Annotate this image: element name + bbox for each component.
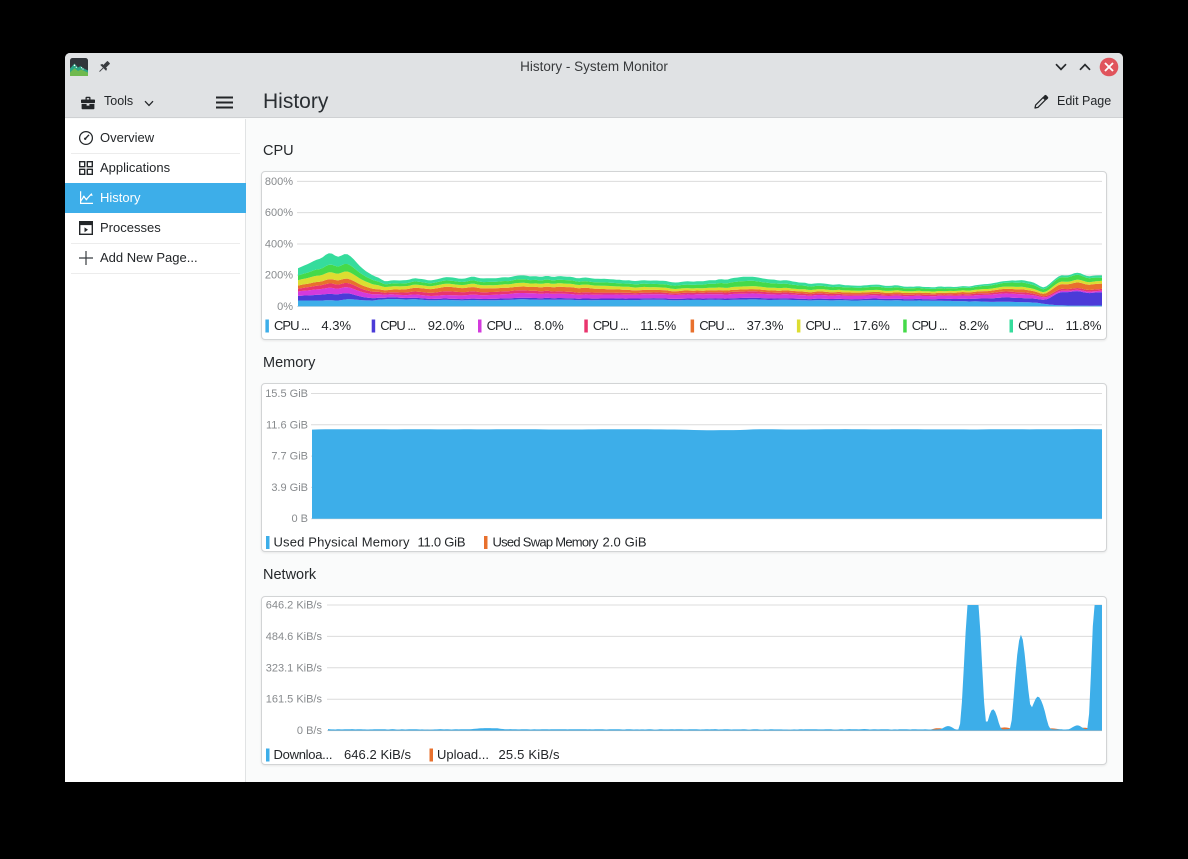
svg-text:CPU ...: CPU ... xyxy=(593,318,629,333)
svg-text:25.5 KiB/s: 25.5 KiB/s xyxy=(499,747,561,762)
svg-text:Used Physical Memory: Used Physical Memory xyxy=(274,535,411,550)
svg-text:Upload...: Upload... xyxy=(437,747,489,762)
svg-text:Downloa...: Downloa... xyxy=(274,747,333,762)
svg-text:CPU ...: CPU ... xyxy=(806,318,842,333)
svg-text:Used Swap Memory: Used Swap Memory xyxy=(493,535,600,550)
svg-text:484.6 KiB/s: 484.6 KiB/s xyxy=(266,631,323,643)
svg-text:37.3%: 37.3% xyxy=(747,318,784,333)
svg-text:0%: 0% xyxy=(277,301,293,313)
svg-text:CPU ...: CPU ... xyxy=(487,318,523,333)
svg-text:646.2 KiB/s: 646.2 KiB/s xyxy=(266,600,323,612)
svg-text:CPU ...: CPU ... xyxy=(380,318,416,333)
svg-text:15.5 GiB: 15.5 GiB xyxy=(265,388,308,400)
svg-text:0 B: 0 B xyxy=(291,513,308,525)
svg-text:CPU ...: CPU ... xyxy=(274,318,310,333)
svg-text:CPU ...: CPU ... xyxy=(699,318,735,333)
svg-text:600%: 600% xyxy=(265,207,293,219)
svg-text:2.0 GiB: 2.0 GiB xyxy=(603,535,647,550)
svg-text:CPU ...: CPU ... xyxy=(912,318,948,333)
svg-text:11.0 GiB: 11.0 GiB xyxy=(418,535,466,550)
svg-text:4.3%: 4.3% xyxy=(321,318,351,333)
svg-text:646.2 KiB/s: 646.2 KiB/s xyxy=(344,747,412,762)
svg-text:161.5 KiB/s: 161.5 KiB/s xyxy=(266,694,323,706)
svg-text:3.9 GiB: 3.9 GiB xyxy=(271,482,308,494)
svg-text:11.6 GiB: 11.6 GiB xyxy=(266,419,308,431)
svg-text:11.5%: 11.5% xyxy=(640,318,676,333)
svg-text:7.7 GiB: 7.7 GiB xyxy=(271,451,308,463)
svg-text:800%: 800% xyxy=(265,176,293,188)
svg-text:200%: 200% xyxy=(265,270,293,282)
svg-text:CPU ...: CPU ... xyxy=(1018,318,1054,333)
svg-text:17.6%: 17.6% xyxy=(853,318,890,333)
svg-text:323.1 KiB/s: 323.1 KiB/s xyxy=(266,662,323,674)
svg-text:11.8%: 11.8% xyxy=(1066,318,1102,333)
svg-text:8.0%: 8.0% xyxy=(534,318,564,333)
svg-text:8.2%: 8.2% xyxy=(959,318,989,333)
svg-text:0 B/s: 0 B/s xyxy=(297,725,323,737)
svg-text:92.0%: 92.0% xyxy=(428,318,465,333)
svg-text:400%: 400% xyxy=(265,239,293,251)
